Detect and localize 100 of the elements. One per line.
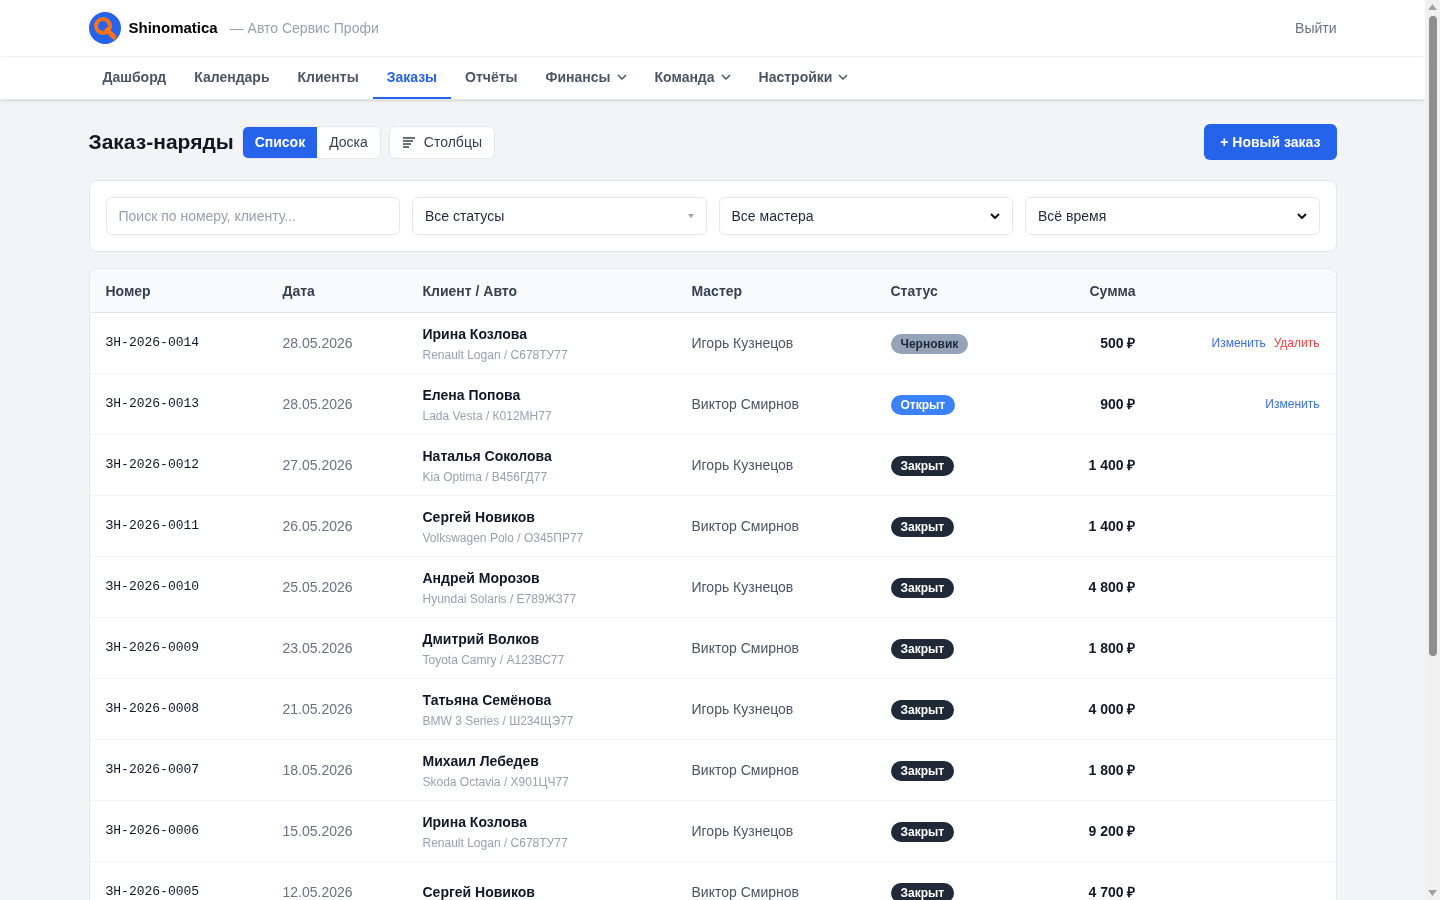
nav-tab[interactable]: Клиенты [283,57,373,99]
table-cell-text: 27.05.2026 [282,456,354,475]
table-cell-text: Игорь Кузнецов [691,334,795,353]
status-badge: Закрыт [890,456,955,476]
car-info: Lada Vesta / К012МН77 [422,407,553,424]
chevron-down-icon [1296,213,1307,219]
nav-tab[interactable]: Настройки [744,57,863,99]
order-number: ЗН-2026-0012 [105,456,201,475]
car-info: Hyundai Solaris / Е789ЖЗ77 [422,590,578,607]
table-cell-text: 4 700 ₽ [1087,883,1136,900]
scrollbar-thumb[interactable] [1428,16,1437,656]
status-badge: Закрыт [890,822,955,842]
column-header: Статус [890,281,939,301]
client-name: Елена Попова [422,385,522,405]
status-badge: Закрыт [890,639,955,659]
table-cell-text: 25.05.2026 [282,578,354,597]
order-number: ЗН-2026-0014 [105,334,201,353]
logo-icon [88,12,121,44]
chevron-down-icon [990,213,1000,219]
table-cell-text: Игорь Кузнецов [691,700,795,719]
columns-button[interactable]: Столбцы [388,125,495,159]
table-cell-text: 12.05.2026 [282,883,354,900]
table-cell-text: Виктор Смирнов [691,883,800,900]
column-header: Номер [105,281,152,301]
filter-dropdown[interactable]: Все статусы [412,197,707,235]
table-cell-text: 15.05.2026 [282,822,354,841]
car-info: BMW 3 Series / Ш234ЩЭ77 [422,712,575,729]
client-name: Ирина Козлова [422,324,528,344]
table-cell-text: Виктор Смирнов [691,395,800,414]
nav-tab[interactable]: Заказы [372,57,452,99]
nav-tab[interactable]: Календарь [180,57,284,99]
car-info: Renault Logan / С678ТУ77 [422,834,569,851]
client-name: Наталья Соколова [422,446,553,466]
brand-tagline: — Авто Сервис Профи [229,19,379,38]
status-badge: Закрыт [890,578,955,598]
car-info: Renault Logan / С678ТУ77 [422,346,569,363]
order-number: ЗН-2026-0007 [105,761,201,780]
nav-tab[interactable]: Отчёты [451,57,532,99]
table-cell-text: 900 ₽ [1099,395,1136,414]
client-name: Сергей Новиков [422,883,536,900]
table-cell-text: Игорь Кузнецов [691,822,795,841]
view-toggle-button[interactable]: Список [242,126,318,158]
order-number: ЗН-2026-0011 [105,517,201,536]
client-name: Татьяна Семёнова [422,690,553,710]
car-info: Toyota Camry / А123ВС77 [422,651,566,668]
column-header: Клиент / Авто [422,281,519,301]
car-info: Kia Optima / В456ГД77 [422,468,549,485]
nav-tab[interactable]: Команда [640,57,745,99]
brand-name: Shinomatica [128,17,218,38]
column-header: Дата [282,281,316,301]
table-cell-text: Виктор Смирнов [691,517,800,536]
order-number: ЗН-2026-0005 [105,883,201,900]
car-info: Volkswagen Polo / О345ПР77 [422,529,585,546]
table-cell-text: 500 ₽ [1099,334,1136,353]
search-field[interactable]: Поиск по номеру, клиенту... [105,197,400,235]
order-number: ЗН-2026-0013 [105,395,201,414]
delete-link[interactable]: Удалить [1273,335,1320,351]
scroll-up-icon[interactable] [1428,4,1437,10]
filter-dropdown[interactable]: Все мастера [718,197,1013,235]
table-cell-text: 9 200 ₽ [1087,822,1136,841]
order-number: ЗН-2026-0009 [105,639,201,658]
status-badge: Открыт [890,395,956,415]
table-cell-text: 1 800 ₽ [1087,761,1136,780]
column-header: Сумма [1088,281,1136,301]
table-cell-text: Игорь Кузнецов [691,578,795,597]
lines-icon [401,136,416,148]
column-header: Мастер [691,281,744,301]
table-cell-text: 1 800 ₽ [1087,639,1136,658]
client-name: Ирина Козлова [422,812,528,832]
new-order-button[interactable]: + Новый заказ [1204,124,1337,160]
table-cell-text: 28.05.2026 [282,395,354,414]
table-cell-text: 23.05.2026 [282,639,354,658]
status-badge: Закрыт [890,761,955,781]
nav-tab[interactable]: Финансы [531,57,641,99]
filter-dropdown[interactable]: Всё время [1025,197,1320,235]
table-cell-text: 1 400 ₽ [1087,517,1136,536]
nav-tab[interactable]: Дашборд [88,57,181,99]
edit-link[interactable]: Изменить [1211,335,1266,351]
table-cell-text: 18.05.2026 [282,761,354,780]
table-cell-text: Виктор Смирнов [691,639,800,658]
caret-icon [687,214,694,218]
client-name: Дмитрий Волков [422,629,541,649]
logout-link[interactable]: Выйти [1295,18,1337,38]
edit-link[interactable]: Изменить [1265,396,1320,412]
status-badge: Черновик [890,334,969,354]
table-cell-text: 4 800 ₽ [1087,578,1136,597]
table-cell-text: 26.05.2026 [282,517,354,536]
scrollbar[interactable] [1425,0,1440,900]
order-number: ЗН-2026-0006 [105,822,201,841]
table-cell-text: Виктор Смирнов [691,761,800,780]
client-name: Сергей Новиков [422,507,536,527]
order-number: ЗН-2026-0008 [105,700,201,719]
table-cell-text: Игорь Кузнецов [691,456,795,475]
scroll-down-icon[interactable] [1428,890,1437,896]
status-badge: Закрыт [890,700,955,720]
table-cell-text: 21.05.2026 [282,700,354,719]
order-number: ЗН-2026-0010 [105,578,201,597]
table-cell-text: 28.05.2026 [282,334,354,353]
status-badge: Закрыт [890,517,955,537]
status-badge: Закрыт [890,883,955,900]
